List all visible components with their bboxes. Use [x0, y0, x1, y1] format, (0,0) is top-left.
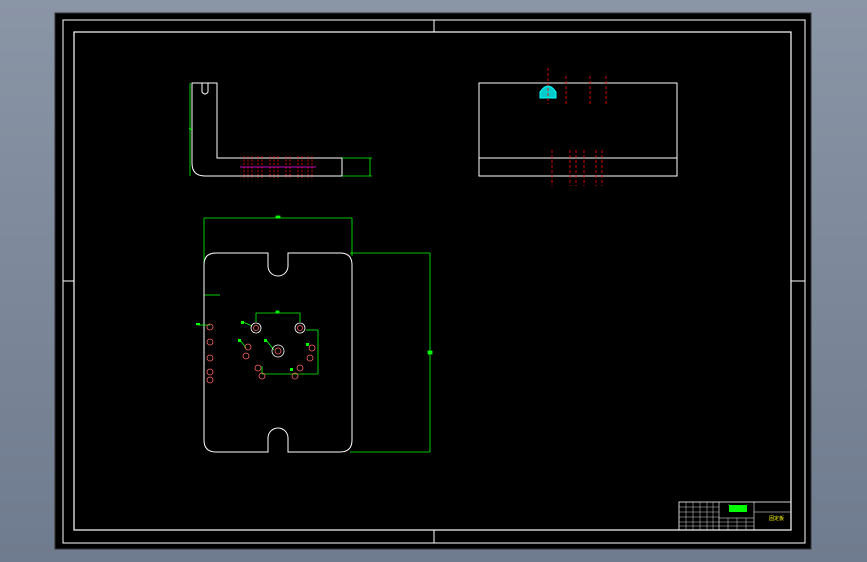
drawing-name: 固定板: [769, 515, 784, 522]
part-code-box: [729, 505, 747, 512]
drawing-sheet: [54, 12, 812, 550]
drawing-canvas[interactable]: 固定板: [0, 0, 867, 562]
cad-viewport[interactable]: 固定板: [0, 0, 867, 562]
